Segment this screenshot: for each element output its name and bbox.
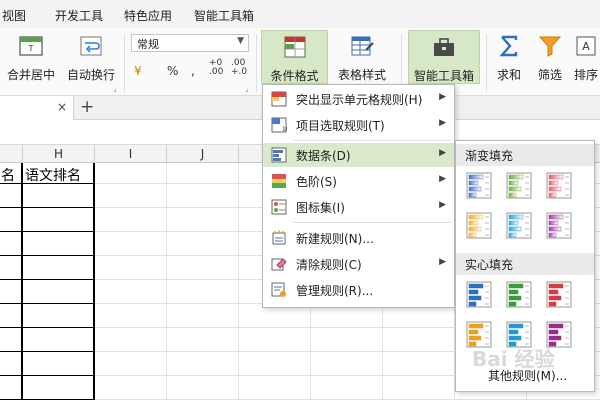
chevron-down-icon: ▼ <box>237 36 244 46</box>
gradient-databar-option-4[interactable] <box>464 211 496 241</box>
menu-tab-bar: 视图 开发工具 特色应用 智能工具箱 <box>0 0 600 28</box>
sort-label: 排序 <box>574 68 599 82</box>
dialog-launcher-icon[interactable]: ⌟ <box>113 84 117 93</box>
smart-toolbox-label: 智能工具箱 <box>413 69 474 83</box>
color-scales-icon <box>272 174 286 188</box>
highlight-rules-icon <box>271 91 287 107</box>
tab-smart-toolbox[interactable]: 智能工具箱 <box>194 7 254 24</box>
solid-databar-option-2[interactable] <box>504 280 536 310</box>
chevron-right-icon: ▶ <box>439 118 446 128</box>
document-tab[interactable]: × <box>0 96 74 120</box>
add-tab-icon[interactable]: + <box>80 97 94 117</box>
dialog-launcher-icon[interactable]: ⌟ <box>245 84 249 93</box>
solid-databar-option-1[interactable] <box>464 280 496 310</box>
conditional-format-menu: 突出显示单元格规则(H) ▶ 10 项目选取规则(T) ▶ 数据条(D) ▶ 色… <box>262 84 455 308</box>
sort-icon: A <box>576 36 596 56</box>
conditional-format-icon <box>284 36 305 58</box>
conditional-format-label: 条件格式 <box>270 69 319 83</box>
svg-text:10: 10 <box>282 126 287 133</box>
gradient-databar-option-5[interactable] <box>504 211 536 241</box>
decrease-decimal-button[interactable]: .00 +.0 <box>231 59 247 77</box>
ribbon-divider <box>256 34 257 92</box>
tab-view[interactable]: 视图 <box>2 7 26 24</box>
column-header-h[interactable]: H <box>23 147 94 161</box>
gradient-databar-option-2[interactable] <box>504 171 536 201</box>
tab-developer[interactable]: 开发工具 <box>55 7 103 24</box>
chevron-right-icon: ▶ <box>439 92 446 102</box>
data-bars-icon <box>271 147 287 163</box>
merge-center-button[interactable]: T 合并居中 <box>0 30 62 84</box>
sort-button[interactable]: A 排序 <box>572 30 600 84</box>
merge-cells-icon: T <box>19 36 43 56</box>
filter-label: 筛选 <box>537 68 562 82</box>
manage-rules-icon <box>271 282 286 297</box>
menu-item-highlight-rules[interactable]: 突出显示单元格规则(H) ▶ <box>263 87 454 111</box>
clear-rules-icon <box>271 258 287 271</box>
sigma-icon <box>499 35 518 57</box>
menu-item-icon-sets[interactable]: 图标集(I) ▶ <box>263 195 454 219</box>
increase-decimal-button[interactable]: +0 .00 <box>209 59 223 77</box>
number-format-select[interactable]: 常规 ▼ <box>131 34 249 52</box>
smart-toolbox-button[interactable]: 智能工具箱 <box>408 30 480 84</box>
menu-item-top-bottom-rules[interactable]: 10 项目选取规则(T) ▶ <box>263 113 454 137</box>
watermark-logo: Bai 经验 <box>472 347 555 371</box>
sum-button[interactable]: 求和 <box>490 30 528 84</box>
comma-format-button[interactable]: , <box>191 64 195 78</box>
menu-item-color-scales[interactable]: 色阶(S) ▶ <box>263 169 454 193</box>
number-format-value: 常规 <box>137 38 159 51</box>
chevron-right-icon: ▶ <box>439 174 446 184</box>
sum-label: 求和 <box>496 68 521 82</box>
chevron-right-icon: ▶ <box>439 257 446 267</box>
merge-center-label: 合并居中 <box>6 68 55 82</box>
top-bottom-rules-icon: 10 <box>271 117 287 133</box>
svg-text:A: A <box>582 40 590 53</box>
gradient-databar-option-1[interactable] <box>464 171 496 201</box>
percent-format-button[interactable]: % <box>167 64 178 78</box>
filter-icon <box>538 36 562 57</box>
solid-databar-option-3[interactable] <box>544 280 576 310</box>
gradient-databar-option-6[interactable] <box>544 211 576 241</box>
chevron-right-icon: ▶ <box>439 200 446 210</box>
cell-g-header[interactable]: 名 <box>1 165 15 185</box>
table-style-icon <box>351 36 374 56</box>
icon-sets-icon <box>271 199 287 215</box>
table-style-button[interactable]: 表格样式 <box>330 30 394 84</box>
column-header-j[interactable]: J <box>167 147 238 161</box>
close-tab-icon[interactable]: × <box>57 100 67 114</box>
tab-special-apps[interactable]: 特色应用 <box>124 7 172 24</box>
menu-item-data-bars[interactable]: 数据条(D) ▶ <box>263 143 454 167</box>
wrap-text-label: 自动换行 <box>66 68 115 82</box>
menu-item-manage-rules[interactable]: 管理规则(R)... <box>263 278 454 302</box>
table-style-label: 表格样式 <box>337 68 386 82</box>
conditional-format-button[interactable]: 条件格式 <box>261 30 328 84</box>
chevron-right-icon: ▶ <box>439 148 446 158</box>
column-header-i[interactable]: I <box>95 147 166 161</box>
wrap-text-button[interactable]: 自动换行 <box>64 30 118 84</box>
solid-fill-header: 实心填充 <box>456 253 594 275</box>
toolbox-icon <box>434 38 454 56</box>
menu-item-new-rule[interactable]: 新建规则(N)... <box>263 226 454 250</box>
cell-h-header[interactable]: 语文排名 <box>25 165 81 185</box>
ribbon-divider <box>124 34 125 92</box>
currency-format-button[interactable]: ¥ <box>134 64 142 78</box>
gradient-fill-header: 渐变填充 <box>456 144 594 166</box>
ribbon-divider <box>486 34 487 92</box>
menu-item-clear-rules[interactable]: 清除规则(C) ▶ <box>263 252 454 276</box>
filter-button[interactable]: 筛选 <box>530 30 570 84</box>
gradient-databar-option-3[interactable] <box>544 171 576 201</box>
new-rule-icon <box>272 230 286 245</box>
wrap-text-icon <box>80 36 102 56</box>
svg-text:T: T <box>28 44 34 53</box>
